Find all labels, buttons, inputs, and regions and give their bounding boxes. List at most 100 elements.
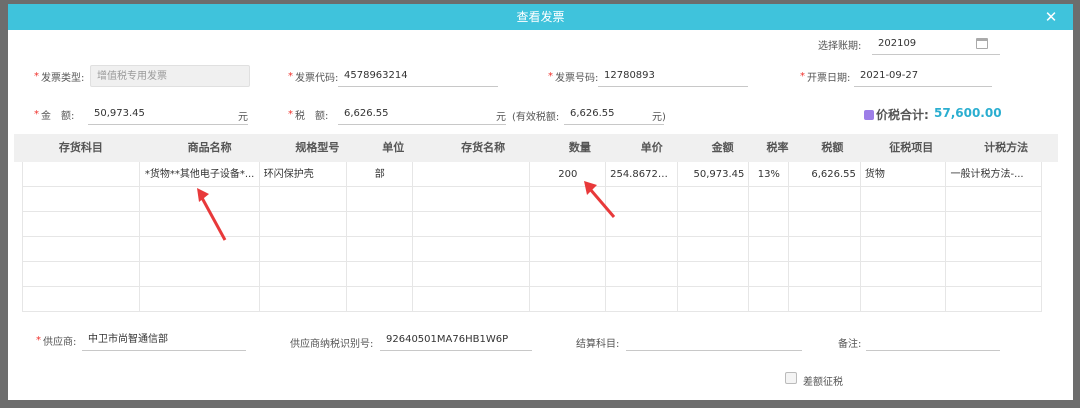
table-cell[interactable]: 环闪保护壳 (260, 162, 348, 186)
invoice-type-label: 发票类型: (41, 72, 85, 84)
column-header: 规格型号 (295, 141, 340, 154)
tax-input[interactable]: 6,626.55 (338, 103, 506, 125)
table-cell[interactable] (606, 262, 678, 286)
table-cell[interactable] (413, 262, 531, 286)
valid-tax-input[interactable]: 6,626.55 (564, 103, 664, 125)
column-header: 单位 (382, 141, 405, 154)
amount-label: 金 额: (41, 110, 75, 122)
table-cell[interactable] (749, 287, 790, 311)
table-cell[interactable] (23, 262, 141, 286)
invoice-code-input[interactable]: 4578963214 (338, 65, 498, 87)
table-cell[interactable]: 13% (749, 162, 790, 186)
table-cell[interactable] (347, 237, 414, 261)
table-cell[interactable] (140, 262, 260, 286)
table-cell[interactable] (789, 262, 861, 286)
table-cell[interactable] (23, 187, 141, 211)
table-cell[interactable] (749, 237, 790, 261)
close-icon[interactable]: ✕ (1043, 4, 1059, 30)
invoice-number-field: * 发票号码: (548, 65, 598, 87)
dialog-titlebar: 查看发票 ✕ (8, 4, 1073, 30)
table-cell[interactable] (347, 287, 414, 311)
table-cell[interactable] (678, 262, 750, 286)
table-cell[interactable] (23, 237, 141, 261)
table-cell[interactable] (789, 187, 861, 211)
table-cell[interactable] (861, 212, 947, 236)
table-cell[interactable]: 部 (347, 162, 414, 186)
required-mark: * (36, 334, 41, 346)
table-cell[interactable] (861, 262, 947, 286)
table-cell[interactable] (749, 187, 790, 211)
table-cell[interactable]: 50,973.45 (678, 162, 750, 186)
table-cell[interactable] (606, 287, 678, 311)
table-cell[interactable] (606, 237, 678, 261)
table-cell[interactable] (347, 262, 414, 286)
table-cell[interactable] (260, 212, 348, 236)
table-cell[interactable] (789, 212, 861, 236)
table-cell[interactable] (946, 287, 1042, 311)
table-cell[interactable] (413, 287, 531, 311)
table-cell[interactable] (260, 237, 348, 261)
calendar-icon[interactable] (976, 38, 988, 49)
table-cell[interactable] (413, 237, 531, 261)
invoice-type-field: * 发票类型: (34, 65, 84, 87)
table-cell[interactable] (678, 237, 750, 261)
table-cell[interactable] (946, 262, 1042, 286)
table-cell[interactable]: 货物 (861, 162, 947, 186)
table-cell[interactable] (413, 187, 531, 211)
red-arrow-annotation (197, 188, 227, 241)
column-header: 存货科目 (58, 141, 103, 154)
table-cell[interactable] (530, 262, 607, 286)
table-cell[interactable] (413, 212, 531, 236)
table-cell[interactable] (749, 212, 790, 236)
table-cell[interactable] (260, 187, 348, 211)
issue-date-input[interactable]: 2021-09-27 (854, 65, 992, 87)
table-cell[interactable] (260, 262, 348, 286)
table-cell[interactable] (140, 287, 260, 311)
table-cell[interactable] (946, 237, 1042, 261)
table-row[interactable] (23, 187, 1042, 212)
table-row[interactable] (23, 237, 1042, 262)
table-cell[interactable] (861, 187, 947, 211)
table-cell[interactable] (749, 262, 790, 286)
amount-unit: 元 (238, 112, 248, 123)
table-cell[interactable]: 6,626.55 (789, 162, 861, 186)
table-cell[interactable] (861, 237, 947, 261)
table-cell[interactable] (789, 287, 861, 311)
table-cell[interactable] (530, 287, 607, 311)
valid-tax-label: (有效税额: (512, 112, 560, 123)
total-icon (864, 110, 874, 120)
amount-input[interactable]: 50,973.45 (88, 103, 248, 125)
table-cell[interactable] (347, 212, 414, 236)
supplier-field: * 供应商: (36, 329, 76, 351)
table-cell[interactable] (23, 212, 141, 236)
table-row[interactable] (23, 287, 1042, 312)
table-row[interactable] (23, 212, 1042, 237)
table-cell[interactable] (789, 237, 861, 261)
table-cell[interactable] (678, 187, 750, 211)
supplier-tax-id-input[interactable]: 92640501MA76HB1W6P (380, 329, 532, 351)
invoice-code-field: * 发票代码: (288, 65, 338, 87)
remarks-input[interactable] (866, 329, 1000, 351)
table-cell[interactable] (678, 212, 750, 236)
supplier-input[interactable]: 中卫市尚智通信部 (82, 329, 246, 351)
column-header: 商品名称 (187, 141, 232, 154)
table-cell[interactable] (861, 287, 947, 311)
table-cell[interactable] (530, 237, 607, 261)
settlement-account-input[interactable] (626, 329, 802, 351)
table-row[interactable] (23, 262, 1042, 287)
table-cell[interactable]: 一般计税方法-... (946, 162, 1042, 186)
table-cell[interactable]: *货物**其他电子设备*... (140, 162, 260, 186)
table-cell[interactable] (946, 212, 1042, 236)
table-cell[interactable] (260, 287, 348, 311)
table-cell[interactable] (347, 187, 414, 211)
diff-tax-checkbox[interactable] (785, 372, 797, 384)
table-row[interactable]: *货物**其他电子设备*... 环闪保护壳部 200 254.8672566 50,97… (23, 162, 1042, 187)
table-cell[interactable] (946, 187, 1042, 211)
table-cell[interactable] (678, 287, 750, 311)
table-cell[interactable] (23, 287, 141, 311)
table-cell[interactable] (413, 162, 531, 186)
required-mark: * (288, 108, 293, 120)
invoice-number-input[interactable]: 12780893 (598, 65, 748, 87)
red-arrow-annotation (584, 181, 616, 218)
table-cell[interactable] (23, 162, 141, 186)
